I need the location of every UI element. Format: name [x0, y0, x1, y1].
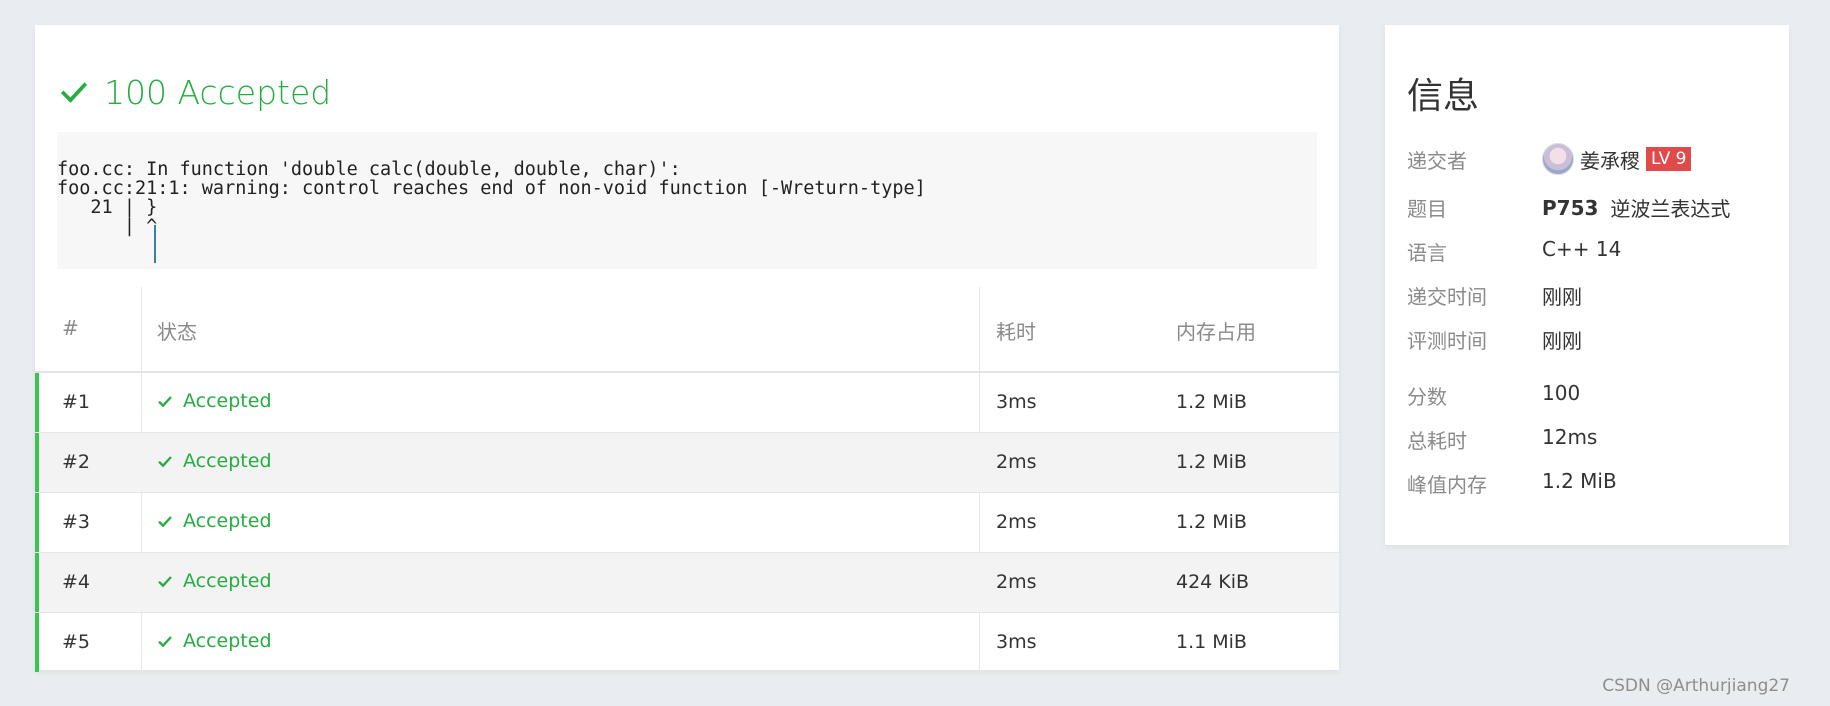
table-row[interactable]: #4 Accepted 2ms 424 KiB	[35, 553, 1339, 613]
peak-memory-label: 峰值内存	[1407, 473, 1487, 497]
language-value: C++ 14	[1542, 237, 1622, 261]
language-label: 语言	[1407, 241, 1447, 265]
problem-name[interactable]: 逆波兰表达式	[1610, 193, 1730, 222]
header-num: #	[62, 316, 79, 340]
case-memory: 1.2 MiB	[1176, 511, 1247, 533]
judge-time-label: 评测时间	[1407, 329, 1487, 353]
problem-link[interactable]: P753 逆波兰表达式	[1542, 193, 1730, 222]
table-row[interactable]: #3 Accepted 2ms 1.2 MiB	[35, 493, 1339, 553]
case-time: 2ms	[996, 451, 1037, 473]
case-number: #1	[62, 391, 91, 413]
total-time-value: 12ms	[1542, 425, 1598, 449]
table-row[interactable]: #5 Accepted 3ms 1.1 MiB	[35, 613, 1339, 673]
level-badge: LV 9	[1646, 147, 1692, 171]
submitter-name[interactable]: 姜承稷	[1580, 145, 1640, 174]
case-memory: 1.2 MiB	[1176, 451, 1247, 473]
submit-time-label: 递交时间	[1407, 285, 1487, 309]
case-memory: 1.1 MiB	[1176, 631, 1247, 653]
check-icon	[158, 636, 172, 648]
submitter-label: 递交者	[1407, 149, 1467, 173]
avatar[interactable]	[1542, 143, 1574, 175]
judge-time-value: 刚刚	[1542, 329, 1582, 353]
submit-time-value: 刚刚	[1542, 285, 1582, 309]
table-row[interactable]: #1 Accepted 3ms 1.2 MiB	[35, 373, 1339, 433]
problem-id[interactable]: P753	[1542, 196, 1598, 220]
result-score: 100	[104, 72, 167, 112]
submitter-value[interactable]: 姜承稷 LV 9	[1542, 143, 1692, 175]
case-time: 3ms	[996, 631, 1037, 653]
table-row[interactable]: #2 Accepted 2ms 1.2 MiB	[35, 433, 1339, 493]
case-status[interactable]: Accepted	[157, 630, 272, 652]
check-icon	[158, 576, 172, 588]
case-status[interactable]: Accepted	[157, 390, 272, 412]
result-status: Accepted	[177, 72, 332, 112]
case-time: 3ms	[996, 391, 1037, 413]
case-status[interactable]: Accepted	[157, 450, 272, 472]
code-gutter-line	[154, 225, 156, 263]
submission-result-card: 100 Accepted foo.cc: In function 'double…	[35, 25, 1339, 673]
case-number: #4	[62, 571, 91, 593]
info-panel: 信息 递交者 姜承稷 LV 9 题目 P753 逆波兰表达式 语言 C++ 14…	[1385, 25, 1789, 545]
case-memory: 1.2 MiB	[1176, 391, 1247, 413]
score-value: 100	[1542, 381, 1581, 405]
case-number: #5	[62, 631, 91, 653]
problem-label: 题目	[1407, 197, 1447, 221]
peak-memory-value: 1.2 MiB	[1542, 469, 1617, 493]
total-time-label: 总耗时	[1407, 429, 1467, 453]
case-status[interactable]: Accepted	[157, 510, 272, 532]
result-header: 100 Accepted	[60, 67, 331, 117]
case-number: #2	[62, 451, 91, 473]
header-status: 状态	[157, 320, 197, 344]
check-icon	[158, 516, 172, 528]
watermark: CSDN @Arthurjiang27	[1602, 676, 1790, 696]
test-case-table: # 状态 耗时 内存占用 #1 Accepted 3ms 1.2 MiB #2 …	[35, 287, 1339, 673]
table-header: # 状态 耗时 内存占用	[35, 287, 1339, 373]
check-icon	[158, 456, 172, 468]
check-icon	[60, 82, 88, 103]
case-memory: 424 KiB	[1176, 571, 1250, 593]
header-memory: 内存占用	[1176, 320, 1256, 344]
compiler-output-box: foo.cc: In function 'double calc(double,…	[57, 132, 1317, 269]
header-time: 耗时	[996, 320, 1036, 344]
score-label: 分数	[1407, 385, 1447, 409]
case-time: 2ms	[996, 511, 1037, 533]
case-number: #3	[62, 511, 91, 533]
case-time: 2ms	[996, 571, 1037, 593]
case-status[interactable]: Accepted	[157, 570, 272, 592]
info-title: 信息	[1407, 76, 1480, 117]
compiler-output: foo.cc: In function 'double calc(double,…	[57, 159, 926, 237]
check-icon	[158, 396, 172, 408]
